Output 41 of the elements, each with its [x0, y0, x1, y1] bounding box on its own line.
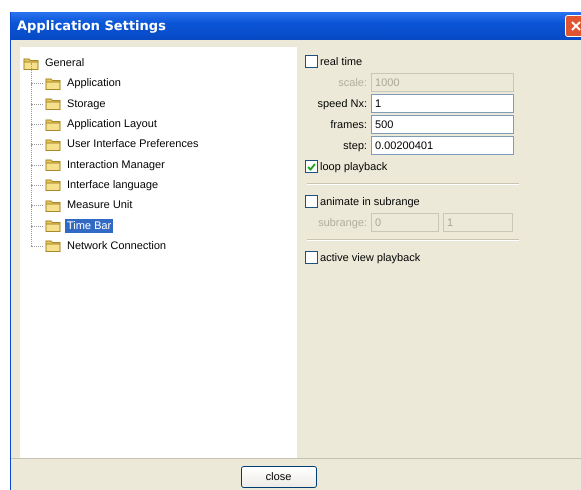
checkbox[interactable]: [305, 55, 318, 68]
input-field[interactable]: 1: [371, 94, 514, 113]
checkbox[interactable]: [305, 251, 318, 264]
tree-item[interactable]: Network Connection: [65, 238, 168, 253]
folder-icon: [45, 219, 61, 232]
field-label: speed Nx:: [316, 98, 368, 110]
checkbox-label: loop playback: [320, 160, 388, 172]
field-label: subrange:: [317, 216, 368, 228]
field-label: frames:: [329, 118, 368, 130]
folder-icon: [45, 138, 61, 151]
folder-icon: [45, 76, 61, 90]
folder-icon: [45, 178, 61, 192]
checkbox[interactable]: [305, 195, 318, 208]
input-field[interactable]: 0.00200401: [371, 136, 514, 155]
input-field[interactable]: 500: [371, 115, 514, 134]
checkbox-label: real time: [320, 56, 362, 68]
tree-item[interactable]: General: [43, 56, 86, 70]
checkbox[interactable]: [305, 160, 318, 173]
checkbox-label: active view playback: [320, 252, 420, 264]
window-title: Application Settings: [17, 18, 166, 34]
folder-icon: [45, 158, 61, 172]
folder-icon: [45, 239, 61, 252]
tree-item[interactable]: Storage: [65, 96, 108, 111]
field-label: scale:: [337, 76, 368, 88]
tree-item[interactable]: Time Bar: [65, 218, 114, 233]
folder-icon: [45, 198, 61, 212]
check-icon: [307, 162, 316, 170]
tree-item[interactable]: Application Layout: [65, 117, 159, 132]
tree-item[interactable]: Application: [65, 76, 123, 90]
folder-icon: [45, 97, 61, 110]
close-button[interactable]: [565, 15, 581, 37]
folder-icon: [45, 118, 61, 131]
tree-item[interactable]: Interface language: [65, 178, 160, 192]
tree-item[interactable]: User Interface Preferences: [65, 137, 200, 152]
field-label: step:: [342, 140, 368, 152]
close-dialog-button[interactable]: close: [240, 466, 316, 488]
tree-item[interactable]: Measure Unit: [65, 198, 134, 212]
folder-icon: [23, 56, 39, 70]
checkbox-label: animate in subrange: [320, 196, 420, 208]
close-icon: [571, 21, 581, 31]
tree-item[interactable]: Interaction Manager: [65, 158, 167, 172]
